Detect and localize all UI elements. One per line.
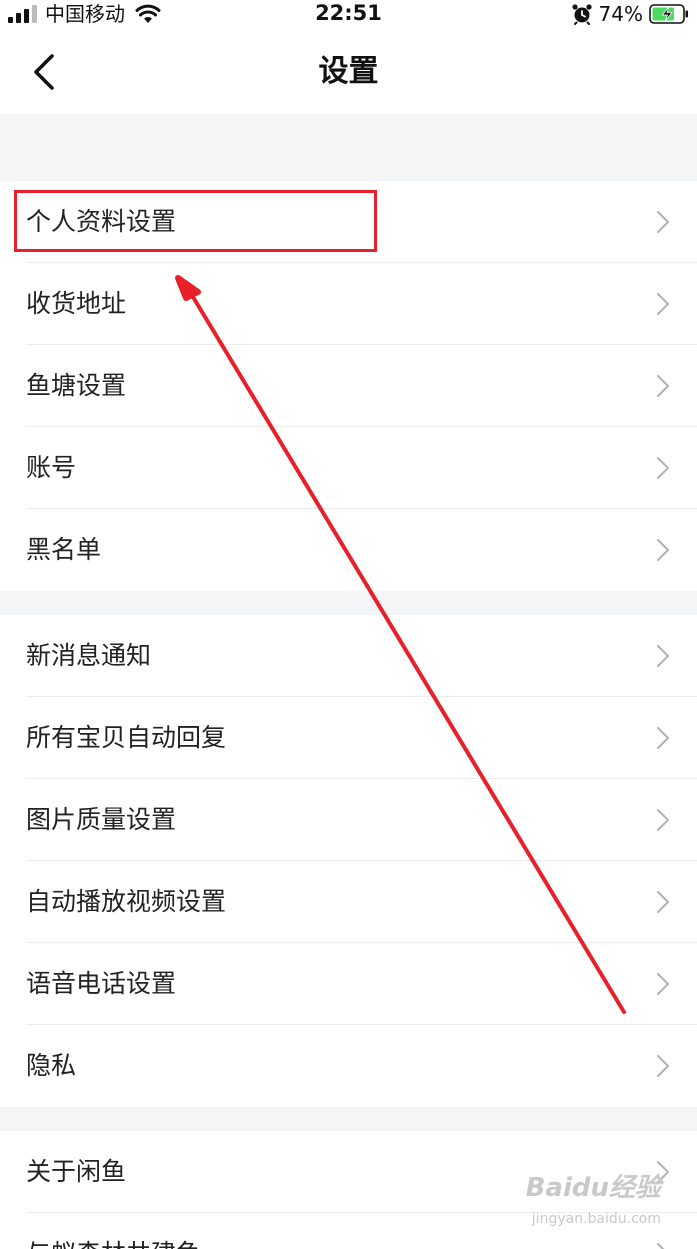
settings-item-image-quality[interactable]: 图片质量设置 bbox=[0, 779, 697, 861]
settings-item-account[interactable]: 账号 bbox=[0, 427, 697, 509]
chevron-right-icon bbox=[656, 538, 670, 562]
chevron-right-icon bbox=[656, 456, 670, 480]
annotation-highlight-box bbox=[14, 190, 377, 252]
chevron-right-icon bbox=[656, 972, 670, 996]
settings-item-label: 收货地址 bbox=[26, 289, 127, 318]
settings-group-general: 新消息通知 所有宝贝自动回复 图片质量设置 自动播放视频设置 语音电话设置 隐私 bbox=[0, 615, 697, 1107]
chevron-right-icon bbox=[656, 808, 670, 832]
settings-item-label: 账号 bbox=[26, 453, 77, 482]
settings-item-label: 自动播放视频设置 bbox=[26, 887, 227, 916]
status-right: 74% bbox=[571, 2, 689, 26]
settings-item-voice-call[interactable]: 语音电话设置 bbox=[0, 943, 697, 1025]
settings-item-label: 语音电话设置 bbox=[26, 969, 177, 998]
settings-item-label: 隐私 bbox=[26, 1051, 77, 1080]
battery-charging-icon bbox=[649, 4, 688, 24]
settings-item-privacy[interactable]: 隐私 bbox=[0, 1025, 697, 1107]
watermark: Baidu经验 jingyan.baidu.com bbox=[526, 1172, 661, 1242]
settings-item-label: 图片质量设置 bbox=[26, 805, 177, 834]
battery-percent: 74% bbox=[598, 2, 643, 26]
settings-item-label: 鱼塘设置 bbox=[26, 371, 127, 400]
settings-item-autoplay-video[interactable]: 自动播放视频设置 bbox=[0, 861, 697, 943]
settings-item-auto-reply[interactable]: 所有宝贝自动回复 bbox=[0, 697, 697, 779]
watermark-brand: Baidu经验 bbox=[525, 1173, 661, 1203]
chevron-right-icon bbox=[656, 890, 670, 914]
chevron-right-icon bbox=[656, 644, 670, 668]
chevron-right-icon bbox=[656, 292, 670, 316]
chevron-right-icon bbox=[656, 374, 670, 398]
settings-item-label: 黑名单 bbox=[26, 535, 102, 564]
alarm-icon bbox=[571, 4, 592, 25]
settings-item-label: 所有宝贝自动回复 bbox=[26, 723, 227, 752]
watermark-url: jingyan.baidu.com bbox=[531, 1211, 661, 1227]
chevron-right-icon bbox=[656, 726, 670, 750]
settings-item-label: 新消息通知 bbox=[26, 641, 152, 670]
settings-item-blacklist[interactable]: 黑名单 bbox=[0, 509, 697, 591]
chevron-right-icon bbox=[656, 210, 670, 234]
settings-item-notifications[interactable]: 新消息通知 bbox=[0, 615, 697, 697]
settings-item-label: 关于闲鱼 bbox=[26, 1157, 127, 1186]
status-bar: 中国移动 22:51 74% bbox=[0, 0, 697, 28]
settings-item-address[interactable]: 收货地址 bbox=[0, 263, 697, 345]
page-title: 设置 bbox=[318, 54, 379, 89]
chevron-right-icon bbox=[656, 1242, 665, 1249]
settings-item-label: 与蚁森林共建鱼 bbox=[26, 1213, 201, 1249]
nav-bar: 设置 bbox=[0, 28, 697, 114]
chevron-right-icon bbox=[656, 1054, 670, 1078]
settings-item-fishpond[interactable]: 鱼塘设置 bbox=[0, 345, 697, 427]
